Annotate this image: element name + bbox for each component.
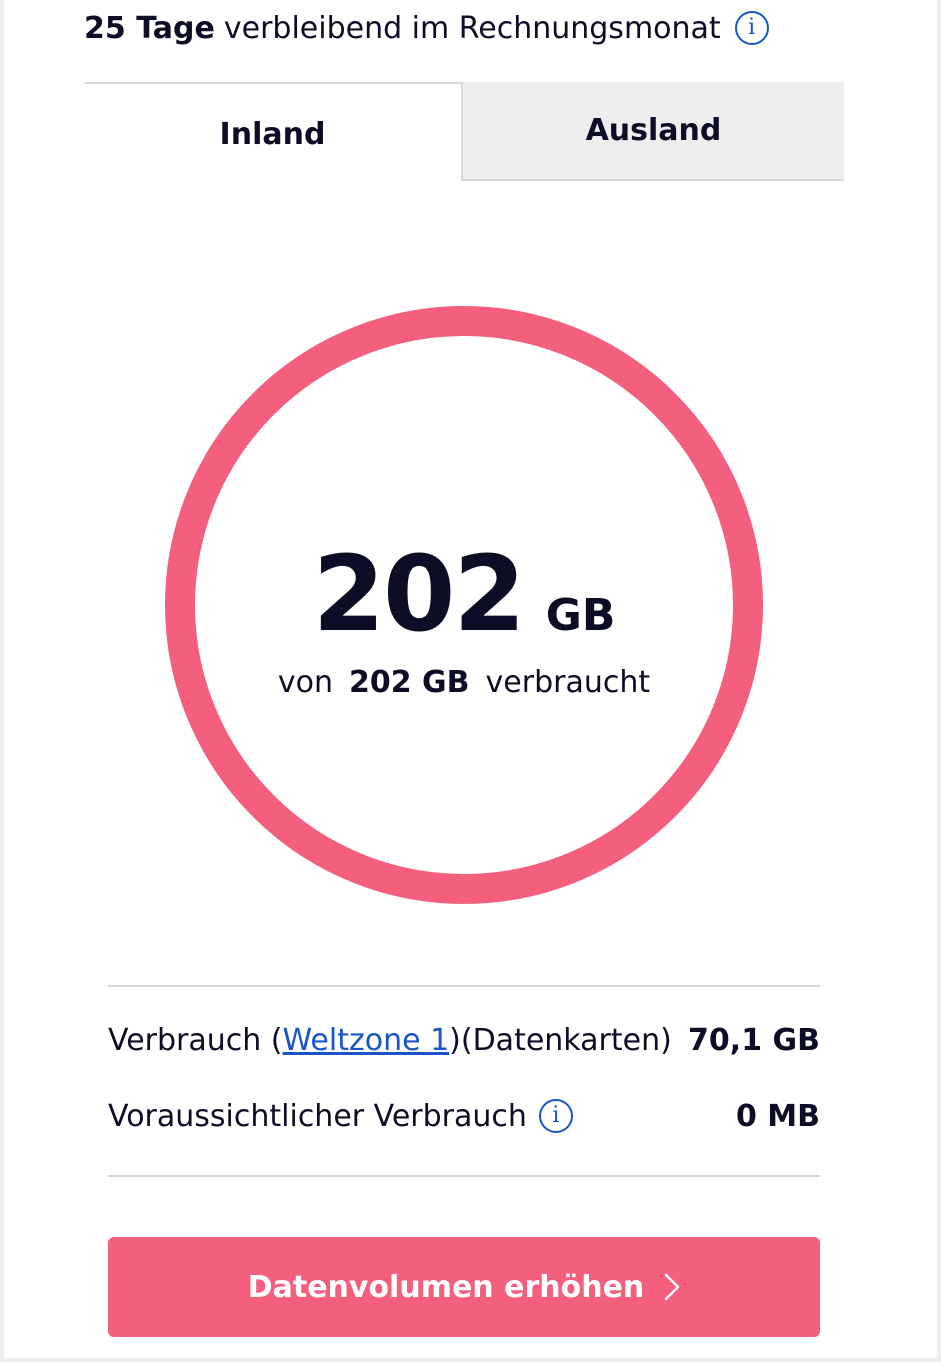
label-start: Verbrauch ( (108, 1022, 283, 1058)
page: 25 Tage verbleibend im Rechnungsmonat i … (0, 0, 941, 1362)
days-remaining-count: 25 Tage (84, 10, 215, 46)
label-end: )(Datenkarten) (449, 1022, 672, 1058)
used-value: 202 (312, 533, 526, 655)
usage-prefix: von (277, 665, 333, 700)
divider-bottom (108, 1175, 820, 1177)
region-tabs: Inland Ausland (84, 82, 844, 181)
forecast-value: 0 MB (735, 1098, 820, 1134)
usage-ring-gauge: 202 GB von 202 GB verbraucht (164, 305, 764, 905)
weltzone-link[interactable]: Weltzone 1 (283, 1023, 450, 1058)
days-remaining-text: verbleibend im Rechnungsmonat (223, 10, 721, 46)
tab-inland[interactable]: Inland (84, 82, 463, 181)
divider-top (108, 985, 820, 987)
cta-label: Datenvolumen erhöhen (247, 1269, 645, 1305)
increase-data-volume-button[interactable]: Datenvolumen erhöhen (108, 1237, 820, 1337)
billing-period-info: 25 Tage verbleibend im Rechnungsmonat i (84, 6, 769, 50)
forecast-label: Voraussichtlicher Verbrauch (108, 1098, 527, 1134)
tab-ausland[interactable]: Ausland (463, 82, 844, 181)
usage-summary: von 202 GB verbraucht (164, 665, 764, 700)
usage-detail-row-forecast: Voraussichtlicher Verbrauch i 0 MB (108, 1092, 820, 1140)
usage-total: 202 GB (348, 665, 470, 700)
left-edge-divider (0, 0, 4, 1362)
usage-suffix: verbraucht (485, 665, 651, 700)
usage-detail-row-weltzone: Verbrauch (Weltzone 1)(Datenkarten) 70,1… (108, 1016, 820, 1064)
info-icon[interactable]: i (538, 1099, 573, 1133)
used-amount: 202 GB (164, 533, 764, 655)
usage-detail-value: 70,1 GB (688, 1022, 820, 1058)
bottom-edge-divider (0, 1358, 941, 1362)
usage-detail-label: Verbrauch (Weltzone 1)(Datenkarten) (108, 1023, 672, 1058)
forecast-label-wrap: Voraussichtlicher Verbrauch i (108, 1099, 573, 1134)
info-icon[interactable]: i (734, 11, 769, 45)
used-unit: GB (545, 590, 616, 641)
right-edge-divider (937, 0, 941, 1362)
chevron-right-icon (664, 1273, 680, 1301)
